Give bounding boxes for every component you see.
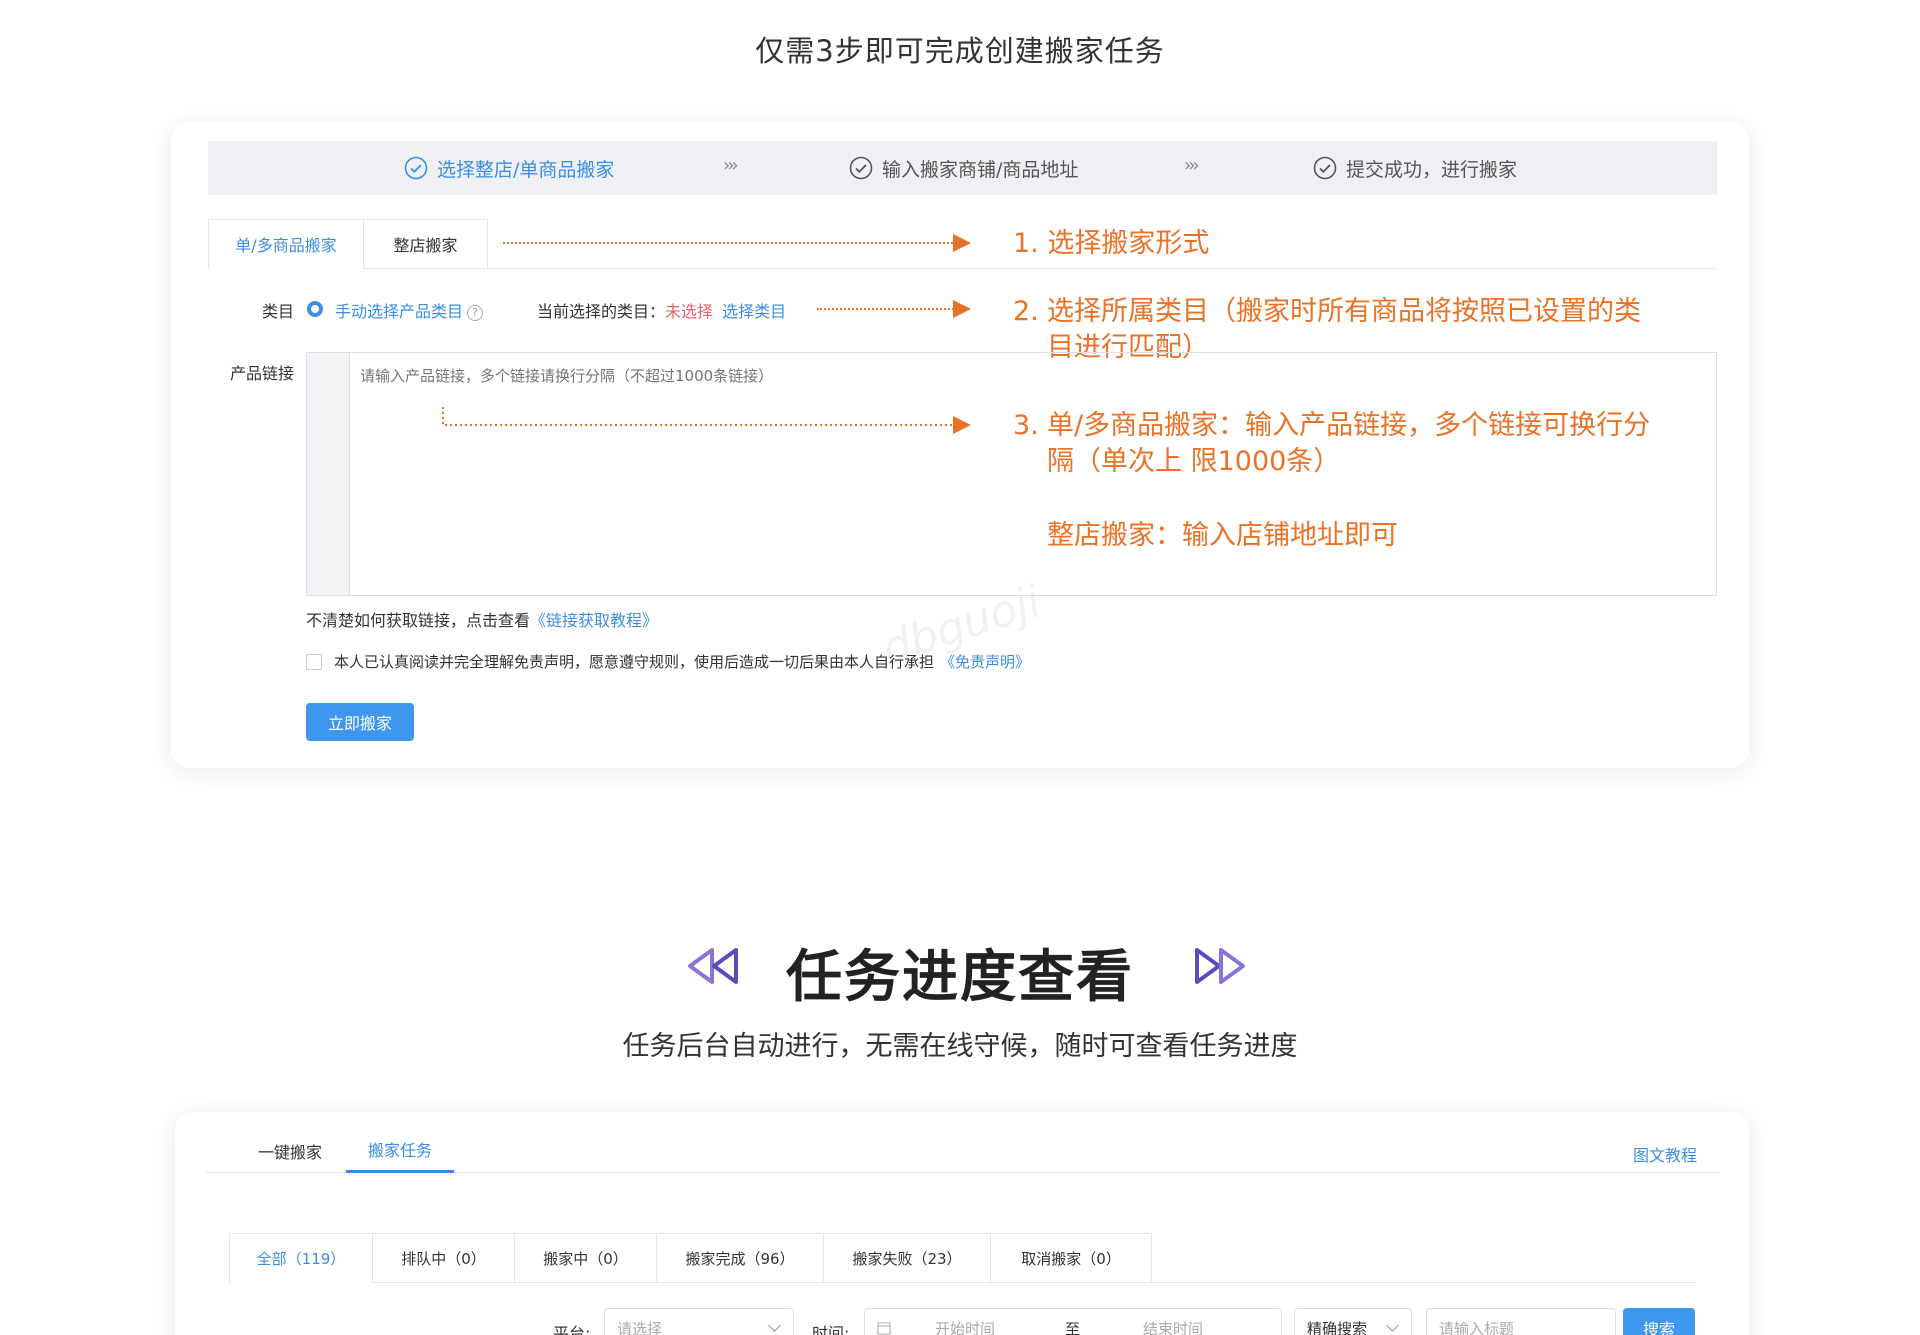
step-arrow-icon: ›››	[723, 155, 739, 176]
agreement-checkbox[interactable]	[306, 654, 322, 670]
annotation-1: 1. 选择搬家形式	[1013, 228, 1210, 259]
end-time-placeholder: 结束时间	[1143, 1319, 1204, 1335]
calendar-icon	[877, 1322, 891, 1335]
tab-whole-store[interactable]: 整店搬家	[364, 219, 488, 269]
hint-text: 不清楚如何获取链接，点击查看	[306, 611, 531, 630]
line-number-gutter	[307, 353, 350, 595]
status-tabs: 全部（119） 排队中（0） 搬家中（0） 搬家完成（96） 搬家失败（23） …	[229, 1233, 1696, 1283]
guide-link[interactable]: 图文教程	[1633, 1142, 1697, 1166]
tab-multi-product[interactable]: 单/多商品搬家	[208, 219, 364, 269]
annotation-2-dotted-line	[817, 308, 957, 310]
category-manual-radio[interactable]	[307, 301, 323, 317]
annotation-2-number: 2.	[1013, 296, 1039, 327]
tab-migration-tasks[interactable]: 搬家任务	[346, 1128, 455, 1173]
task-list-card: 一键搬家 搬家任务 图文教程 全部（119） 排队中（0） 搬家中（0） 搬家完…	[175, 1112, 1749, 1335]
range-separator: 至	[1065, 1319, 1081, 1335]
category-option-label: 手动选择产品类目	[335, 302, 464, 321]
current-category-label: 当前选择的类目：	[537, 302, 666, 321]
step-arrow-icon: ›››	[1184, 155, 1200, 176]
fast-forward-icon	[1195, 948, 1245, 984]
tab-one-click-migration[interactable]: 一键搬家	[258, 1128, 322, 1173]
current-category-value: 未选择	[665, 302, 714, 321]
status-tab-cancelled[interactable]: 取消搬家（0）	[991, 1233, 1152, 1283]
help-icon[interactable]: ?	[467, 304, 484, 321]
platform-label: 平台:	[553, 1324, 591, 1335]
annotation-3-line-1: 单/多商品搬家：输入产品链接，多个链接可换行分隔（单次上 限1000条）	[1047, 410, 1651, 477]
chevron-down-icon	[768, 1319, 781, 1332]
arrow-right-icon	[953, 416, 971, 434]
select-category-link[interactable]: 选择类目	[722, 302, 786, 321]
annotation-3-number: 3.	[1013, 410, 1039, 441]
status-tab-failed[interactable]: 搬家失败（23）	[824, 1233, 991, 1283]
search-mode-value: 精确搜索	[1307, 1319, 1368, 1335]
check-circle-icon	[404, 156, 428, 180]
title-placeholder: 请输入标题	[1439, 1319, 1515, 1335]
platform-placeholder: 请选择	[617, 1319, 663, 1335]
check-circle-icon	[849, 156, 873, 180]
link-tutorial-hint: 不清楚如何获取链接，点击查看《链接获取教程》	[306, 607, 658, 631]
status-tab-all[interactable]: 全部（119）	[229, 1233, 373, 1283]
create-task-card: 选择整店/单商品搬家 ››› 输入搬家商铺/商品地址 ››› 提交成功，进行搬家…	[171, 122, 1749, 768]
search-mode-select[interactable]: 精确搜索	[1294, 1308, 1412, 1335]
step-2: 输入搬家商铺/商品地址	[849, 141, 1078, 195]
start-time-placeholder: 开始时间	[935, 1319, 996, 1335]
step-3-label: 提交成功，进行搬家	[1346, 158, 1518, 181]
title-search-input[interactable]: 请输入标题	[1426, 1308, 1616, 1335]
step-1-label: 选择整店/单商品搬家	[437, 158, 615, 181]
time-label: 时间:	[812, 1324, 850, 1335]
status-tab-in-progress[interactable]: 搬家中（0）	[515, 1233, 657, 1283]
arrow-right-icon	[953, 234, 971, 252]
check-circle-icon	[1313, 156, 1337, 180]
step-3: 提交成功，进行搬家	[1313, 141, 1517, 195]
disclaimer-link[interactable]: 《免责声明》	[940, 653, 1030, 671]
chevron-down-icon	[1386, 1319, 1399, 1332]
product-links-label: 产品链接	[229, 364, 294, 383]
step-1: 选择整店/单商品搬家	[404, 141, 614, 195]
search-button[interactable]: 搜索	[1623, 1308, 1695, 1335]
steps-bar: 选择整店/单商品搬家 ››› 输入搬家商铺/商品地址 ››› 提交成功，进行搬家	[208, 141, 1717, 195]
status-tab-completed[interactable]: 搬家完成（96）	[657, 1233, 824, 1283]
current-category: 当前选择的类目：未选择 选择类目	[537, 298, 786, 322]
arrow-right-icon	[953, 300, 971, 318]
category-option: 手动选择产品类目?	[335, 298, 484, 322]
start-migration-button[interactable]: 立即搬家	[306, 703, 414, 741]
link-tutorial-link[interactable]: 《链接获取教程》	[530, 611, 658, 630]
page-heading: 仅需3步即可完成创建搬家任务	[755, 34, 1165, 68]
agreement-text: 本人已认真阅读并完全理解免责声明，愿意遵守规则，使用后造成一切后果由本人自行承担	[334, 653, 935, 671]
category-label: 类目	[261, 302, 294, 321]
status-tab-queued[interactable]: 排队中（0）	[373, 1233, 515, 1283]
annotation-3-line-2: 整店搬家：输入店铺地址即可	[1047, 520, 1398, 551]
date-range-picker[interactable]: 开始时间 至 结束时间	[864, 1308, 1282, 1335]
task-panel-tabs: 一键搬家 搬家任务	[206, 1128, 1719, 1173]
step-2-label: 输入搬家商铺/商品地址	[882, 158, 1079, 181]
annotation-1-dotted-line	[503, 242, 957, 244]
section-subtitle: 任务后台自动进行，无需在线守候，随时可查看任务进度	[622, 1031, 1298, 1062]
annotation-3-dotted-line	[442, 407, 955, 426]
platform-select[interactable]: 请选择	[604, 1308, 794, 1335]
section-title: 任务进度查看	[786, 945, 1134, 1010]
